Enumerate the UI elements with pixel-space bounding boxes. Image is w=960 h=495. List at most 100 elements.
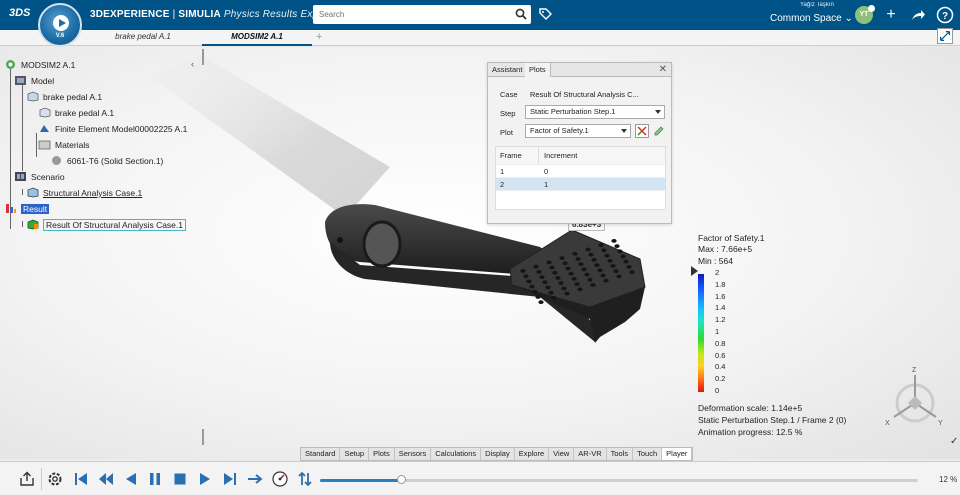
speed-gauge-icon[interactable] [271, 470, 289, 488]
splitter-handle-bottom[interactable] [202, 429, 204, 445]
grip-dot [626, 265, 632, 269]
animation-slider[interactable] [320, 475, 918, 484]
tab-modsim2[interactable]: MODSIM2 A.1 [202, 30, 312, 46]
stop-icon[interactable] [171, 470, 189, 488]
gear-icon[interactable] [46, 470, 64, 488]
tag-icon[interactable] [538, 7, 553, 22]
pin-hole [337, 237, 343, 243]
tree-node-model[interactable]: Model [14, 75, 54, 89]
close-icon[interactable]: ✕ [659, 64, 667, 75]
section-tab-sensors[interactable]: Sensors [395, 448, 432, 460]
tree-node-part[interactable]: brake pedal A.1 [26, 91, 102, 105]
checkmark-icon[interactable]: ✓ [950, 436, 958, 447]
table-row[interactable]: 1 0 [496, 165, 665, 178]
tree-label: Structural Analysis Case.1 [43, 187, 143, 198]
search-box[interactable] [313, 5, 531, 24]
tree-node-materials[interactable]: Materials [38, 139, 89, 153]
previous-frame-icon[interactable] [97, 470, 115, 488]
product-label: SIMULIA [178, 9, 221, 20]
collapse-tree-icon[interactable]: ‹ [191, 59, 201, 69]
section-tab-setup[interactable]: Setup [340, 448, 370, 460]
legend-tick: 0.6 [715, 350, 726, 360]
axis-y-label: Y [938, 420, 943, 427]
section-tab-calculations[interactable]: Calculations [431, 448, 482, 460]
table-row[interactable]: 2 1 [496, 178, 665, 191]
last-frame-icon[interactable] [221, 470, 239, 488]
space-selector[interactable]: Common Space ⌄ [770, 13, 853, 24]
help-icon[interactable]: ? [936, 6, 954, 24]
legend-tick: 1.4 [715, 303, 726, 313]
tab-assistant[interactable]: Assistant [488, 63, 528, 77]
first-frame-icon[interactable] [72, 470, 90, 488]
section-tabs: Standard Setup Plots Sensors Calculations Dis… [300, 447, 694, 461]
tree-root[interactable]: MODSIM2 A.1 [4, 59, 75, 73]
grip-dot [572, 251, 578, 256]
top-bar: 3DS 3DEXPERIENCE | SIMULIA Physics Resul… [0, 0, 960, 30]
section-tab-touch[interactable]: Touch [633, 448, 663, 460]
grip-dot [551, 296, 557, 300]
add-tab-icon[interactable]: + [316, 31, 322, 43]
tree-node-scenario[interactable]: Scenario [14, 171, 65, 185]
grip-dot [613, 269, 619, 274]
grip-dot [520, 269, 526, 273]
section-tab-tools[interactable]: Tools [607, 448, 634, 460]
splitter-handle-top[interactable] [202, 49, 204, 65]
search-icon[interactable] [515, 8, 527, 20]
axis-triad[interactable]: Z X Y [880, 363, 950, 433]
tree-node-analysis-case[interactable]: Structural Analysis Case.1 [26, 187, 142, 201]
loop-mode-icon[interactable] [246, 470, 264, 488]
section-tab-plots[interactable]: Plots [369, 448, 395, 460]
grip-dot [568, 271, 574, 276]
legend-tick: 0.4 [715, 362, 726, 372]
model-render[interactable] [0, 47, 960, 459]
3d-viewport[interactable]: ‹ MODSIM2 A.1 Model brake pedal A.1 brak… [0, 47, 960, 459]
plot-select[interactable]: Factor of Safety.1 [525, 124, 631, 138]
section-tab-ar-vr[interactable]: AR-VR [574, 448, 607, 460]
legend-marker-icon[interactable] [691, 266, 698, 276]
table-header: Frame Increment [496, 147, 665, 165]
compass-button[interactable]: V.6 [38, 3, 82, 47]
grip-dot [533, 264, 539, 269]
edit-icon[interactable] [652, 124, 666, 138]
grip-dot [620, 254, 626, 259]
grip-dot [604, 253, 610, 258]
step-select[interactable]: Static Perturbation Step.1 [525, 105, 665, 119]
legend-tick: 1.6 [715, 291, 726, 301]
tree-node-fem[interactable]: Finite Element Model00002225 A.1 [38, 123, 187, 137]
grip-dot [610, 264, 616, 268]
section-tab-standard[interactable]: Standard [301, 448, 341, 460]
play-icon [53, 15, 69, 31]
export-icon[interactable] [18, 470, 36, 488]
play-backward-icon[interactable] [122, 470, 140, 488]
play-icon[interactable] [196, 470, 214, 488]
grip-dot [545, 285, 551, 290]
tree-node-result-item[interactable]: Result Of Structural Analysis Case.1 [26, 218, 187, 233]
grip-dot [614, 244, 620, 249]
tab-plots[interactable]: Plots [525, 63, 551, 77]
grip-dot [616, 274, 622, 279]
slider-knob[interactable] [396, 475, 406, 484]
fullscreen-icon[interactable] [937, 28, 953, 44]
tree-node-result[interactable]: Result [4, 203, 50, 217]
tree-node-material[interactable]: 6061-T6 (Solid Section.1) [50, 155, 163, 169]
section-tab-player[interactable]: Player [662, 448, 693, 460]
materials-icon [38, 140, 51, 150]
tree-node-subpart[interactable]: brake pedal A.1 [38, 107, 114, 121]
search-input[interactable] [313, 5, 503, 24]
tab-brake-pedal[interactable]: brake pedal A.1 [88, 30, 198, 46]
deformation-scale: Deformation scale: 1.14e+5 [698, 403, 803, 413]
add-icon[interactable]: + [882, 6, 900, 24]
legend-tick: 2 [715, 268, 720, 277]
axis-z-label: Z [912, 367, 917, 374]
section-tab-view[interactable]: View [549, 448, 575, 460]
step-label: Step [500, 109, 516, 118]
plot-settings-icon[interactable] [635, 124, 649, 138]
section-tab-display[interactable]: Display [481, 448, 515, 460]
grip-dot [623, 259, 629, 264]
frame-order-icon[interactable] [296, 470, 314, 488]
pause-icon[interactable] [146, 470, 164, 488]
share-icon[interactable] [909, 6, 927, 24]
section-tab-explore[interactable]: Explore [515, 448, 550, 460]
product-icon [6, 60, 15, 70]
grip-dot [598, 243, 604, 248]
